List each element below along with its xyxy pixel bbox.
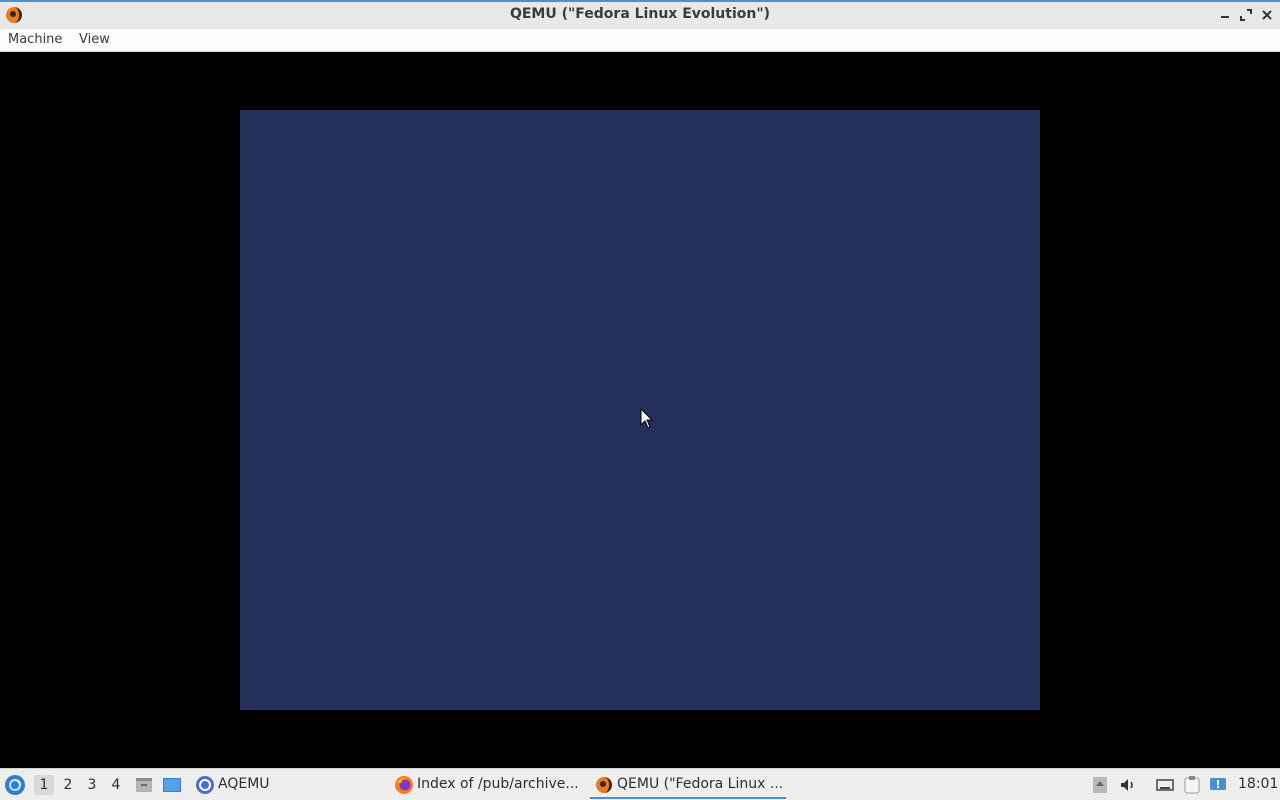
notification-icon[interactable] xyxy=(1208,775,1228,795)
workspace-2[interactable]: 2 xyxy=(58,775,78,795)
window-title: QEMU ("Fedora Linux Evolution") xyxy=(509,6,771,22)
qemu-window: QEMU ("Fedora Linux Evolution") Machine … xyxy=(0,0,1280,768)
clock[interactable]: 18:01 xyxy=(1238,776,1278,792)
menu-machine[interactable]: Machine xyxy=(8,32,62,47)
keyboard-icon[interactable] xyxy=(1155,775,1175,795)
mouse-pointer-icon xyxy=(640,408,654,429)
minimize-icon xyxy=(1221,16,1229,18)
workspace-1[interactable]: 1 xyxy=(34,775,54,795)
desktop-icon[interactable] xyxy=(162,775,182,795)
aqemu-label[interactable]: AQEMU xyxy=(218,776,270,792)
title-bar[interactable]: QEMU ("Fedora Linux Evolution") xyxy=(0,0,1280,29)
firefox-icon xyxy=(395,776,413,794)
close-icon xyxy=(1262,10,1272,20)
maximize-icon xyxy=(1240,9,1252,21)
minimize-button[interactable] xyxy=(1216,6,1234,24)
qemu-icon xyxy=(596,777,612,793)
volume-icon[interactable] xyxy=(1118,775,1138,795)
start-menu-icon[interactable] xyxy=(4,774,26,796)
aqemu-icon[interactable] xyxy=(195,775,215,795)
clipboard-icon[interactable] xyxy=(1182,775,1202,795)
maximize-button[interactable] xyxy=(1237,6,1255,24)
vm-display-area[interactable] xyxy=(0,52,1280,768)
taskbar: 1 2 3 4 AQEMU Index of /pub/archive... Q… xyxy=(0,768,1280,800)
task-label: Index of /pub/archive... xyxy=(417,776,579,792)
tray-arrow-icon[interactable] xyxy=(1090,775,1110,795)
task-qemu[interactable]: QEMU ("Fedora Linux ... xyxy=(590,770,786,799)
workspace-3[interactable]: 3 xyxy=(82,775,102,795)
workspace-4[interactable]: 4 xyxy=(106,775,126,795)
menu-view[interactable]: View xyxy=(79,32,110,47)
menu-bar: Machine View xyxy=(0,29,1280,52)
task-firefox[interactable]: Index of /pub/archive... xyxy=(390,770,586,799)
task-label: QEMU ("Fedora Linux ... xyxy=(617,776,784,792)
close-button[interactable] xyxy=(1258,6,1276,24)
file-manager-icon[interactable] xyxy=(134,775,154,795)
guest-screen[interactable] xyxy=(240,110,1040,710)
